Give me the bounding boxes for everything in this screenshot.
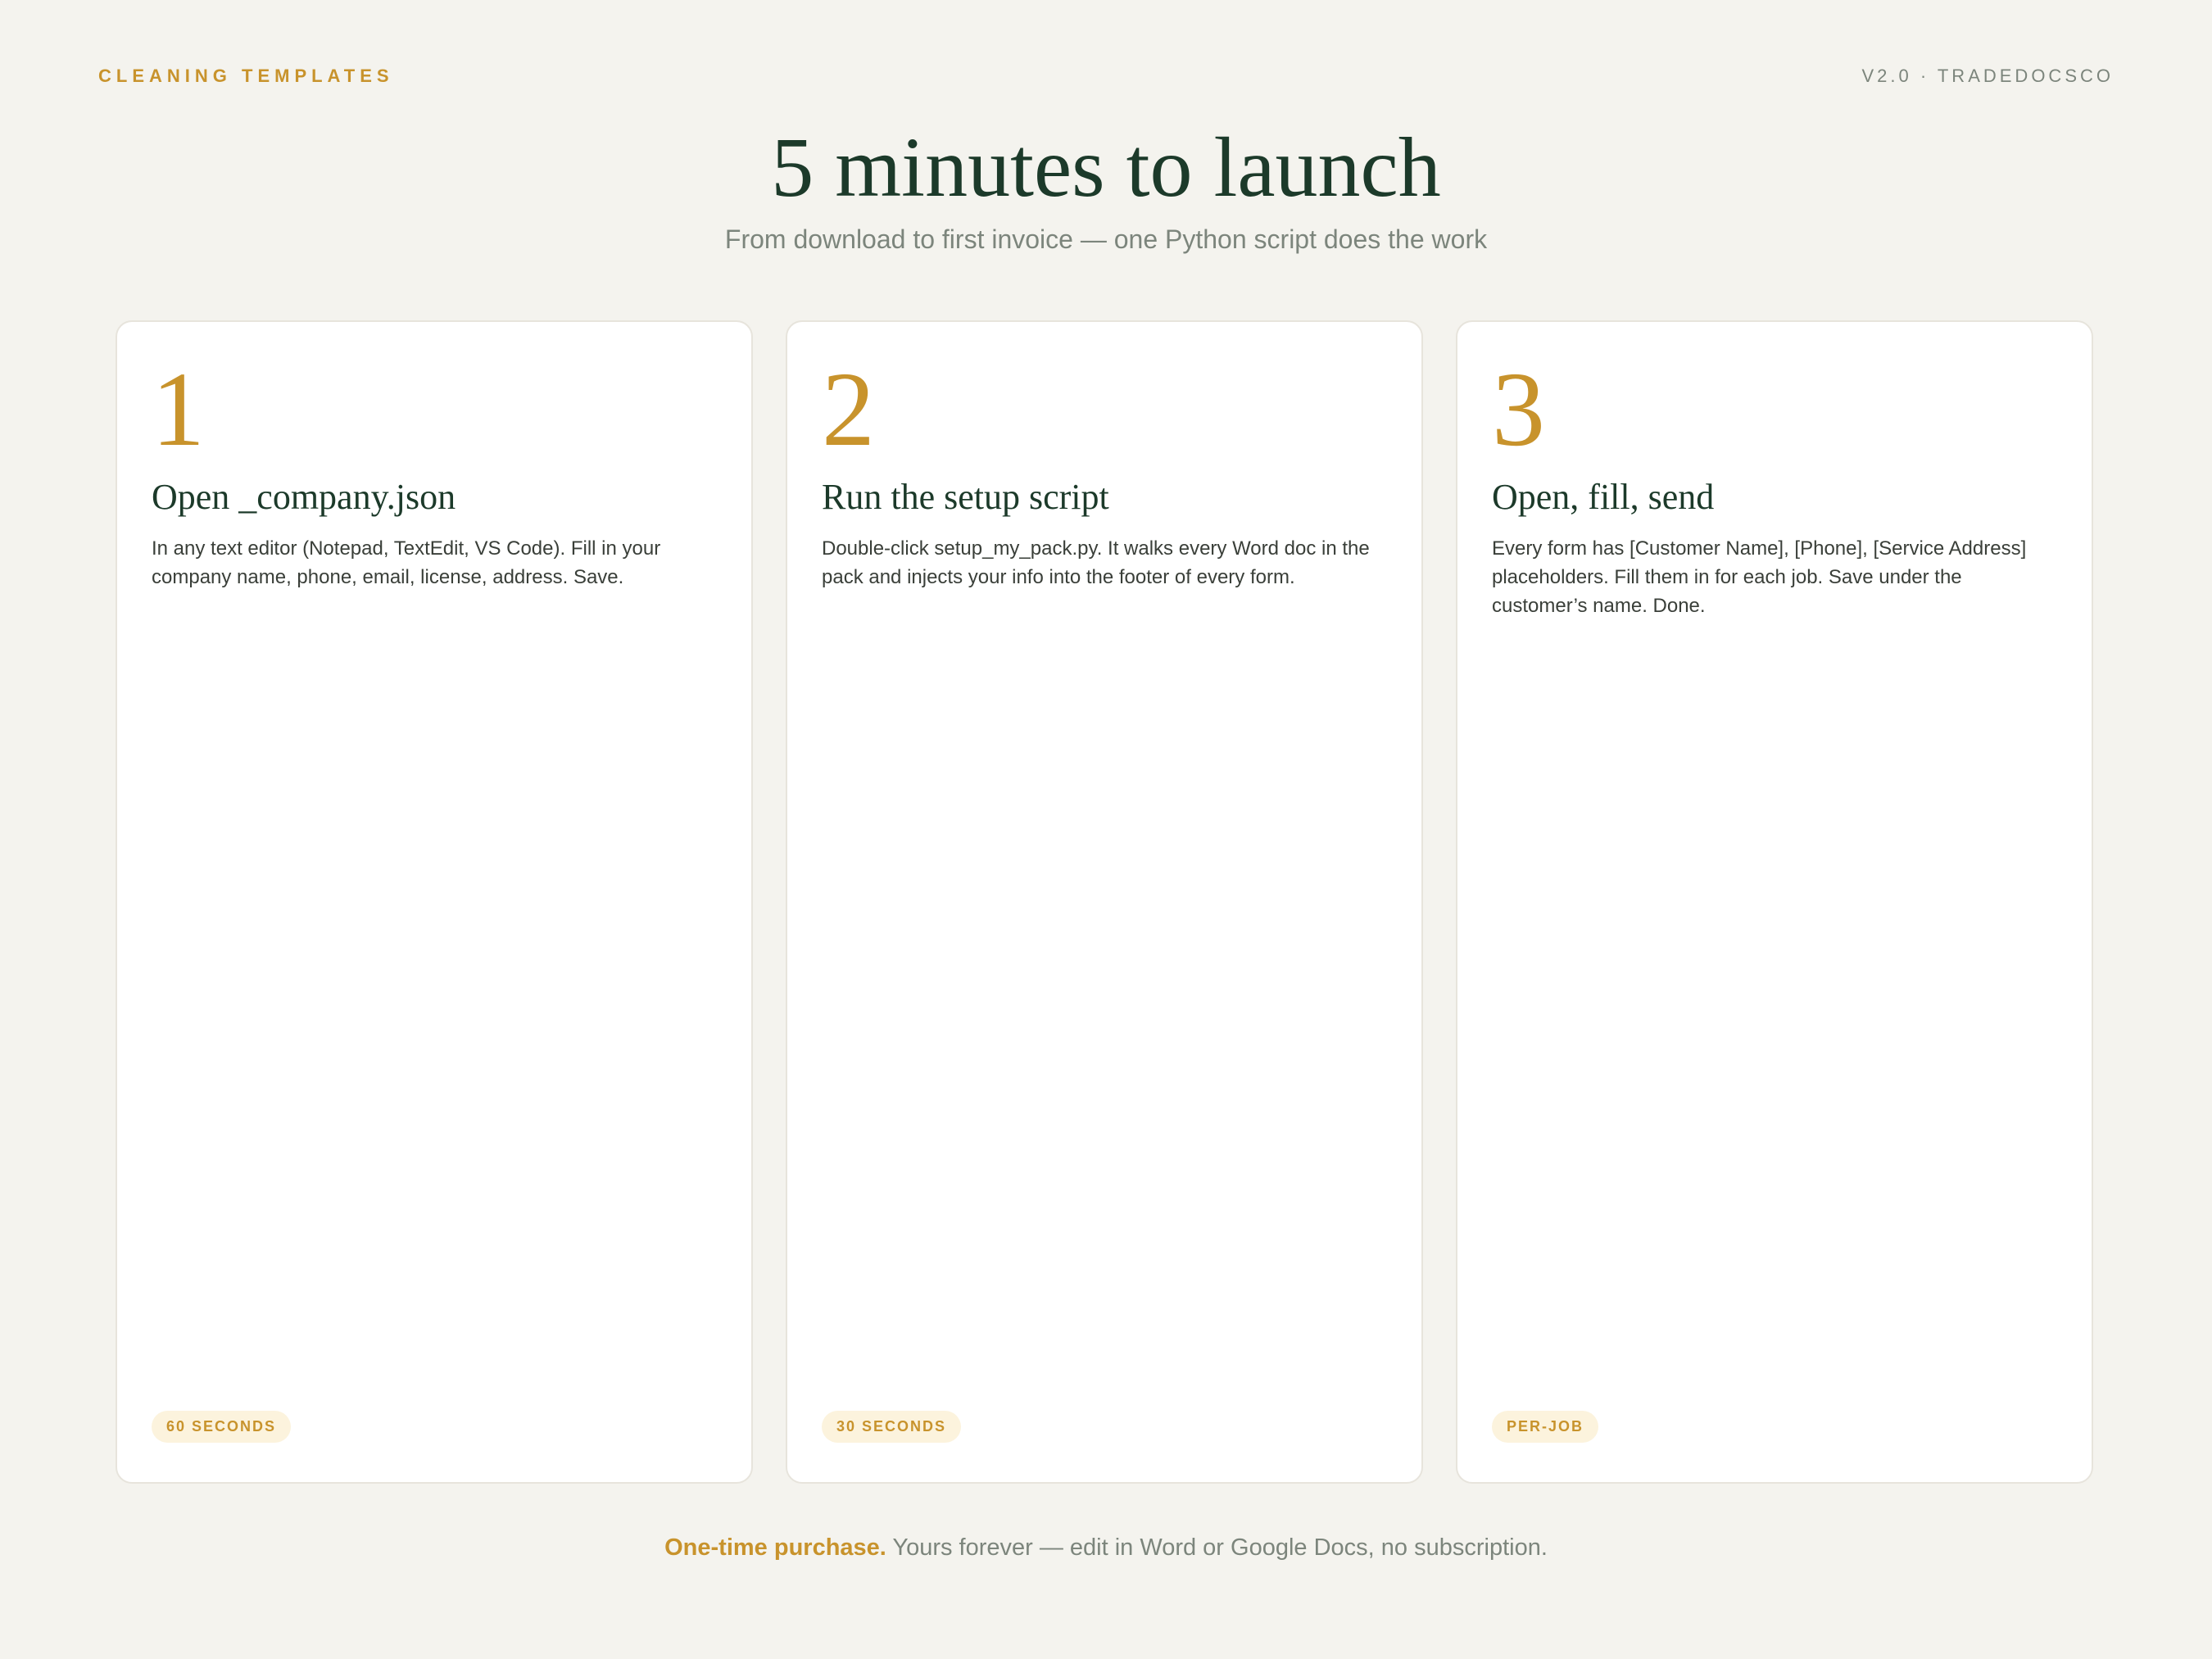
footer-text: Yours forever — edit in Word or Google D…: [886, 1534, 1548, 1561]
page-subtitle: From download to first invoice — one Pyt…: [724, 224, 1488, 254]
step-number: 2: [822, 351, 875, 469]
footer-note: One-time purchase. Yours forever — edit …: [0, 1534, 2212, 1562]
step-card-3: 3 Open, fill, send Every form has [Custo…: [1456, 320, 2093, 1484]
duration-badge: PER-JOB: [1492, 1411, 1599, 1443]
category-label: CLEANING TEMPLATES: [98, 66, 394, 86]
step-number: 1: [152, 351, 205, 469]
step-title: Open, fill, send: [1492, 477, 1715, 517]
step-description: In any text editor (Notepad, TextEdit, V…: [152, 537, 661, 588]
page-title: 5 minutes to launch: [771, 120, 1441, 215]
duration-badge: 30 SECONDS: [822, 1411, 962, 1443]
version-label: V2.0 · TRADEDOCSCO: [1861, 66, 2114, 86]
duration-badge: 60 SECONDS: [152, 1411, 292, 1443]
step-number: 3: [1492, 351, 1545, 469]
step-description: Double-click setup_my_pack.py. It walks …: [822, 537, 1370, 588]
step-card-2: 2 Run the setup script Double-click setu…: [786, 320, 1423, 1484]
step-description: Every form has [Customer Name], [Phone],…: [1492, 537, 2027, 617]
footer-highlight: One-time purchase.: [664, 1534, 886, 1561]
step-title: Open _company.json: [152, 477, 456, 517]
step-card-1: 1 Open _company.json In any text editor …: [116, 320, 753, 1484]
step-title: Run the setup script: [822, 477, 1109, 517]
steps-container: 1 Open _company.json In any text editor …: [116, 320, 2093, 1484]
